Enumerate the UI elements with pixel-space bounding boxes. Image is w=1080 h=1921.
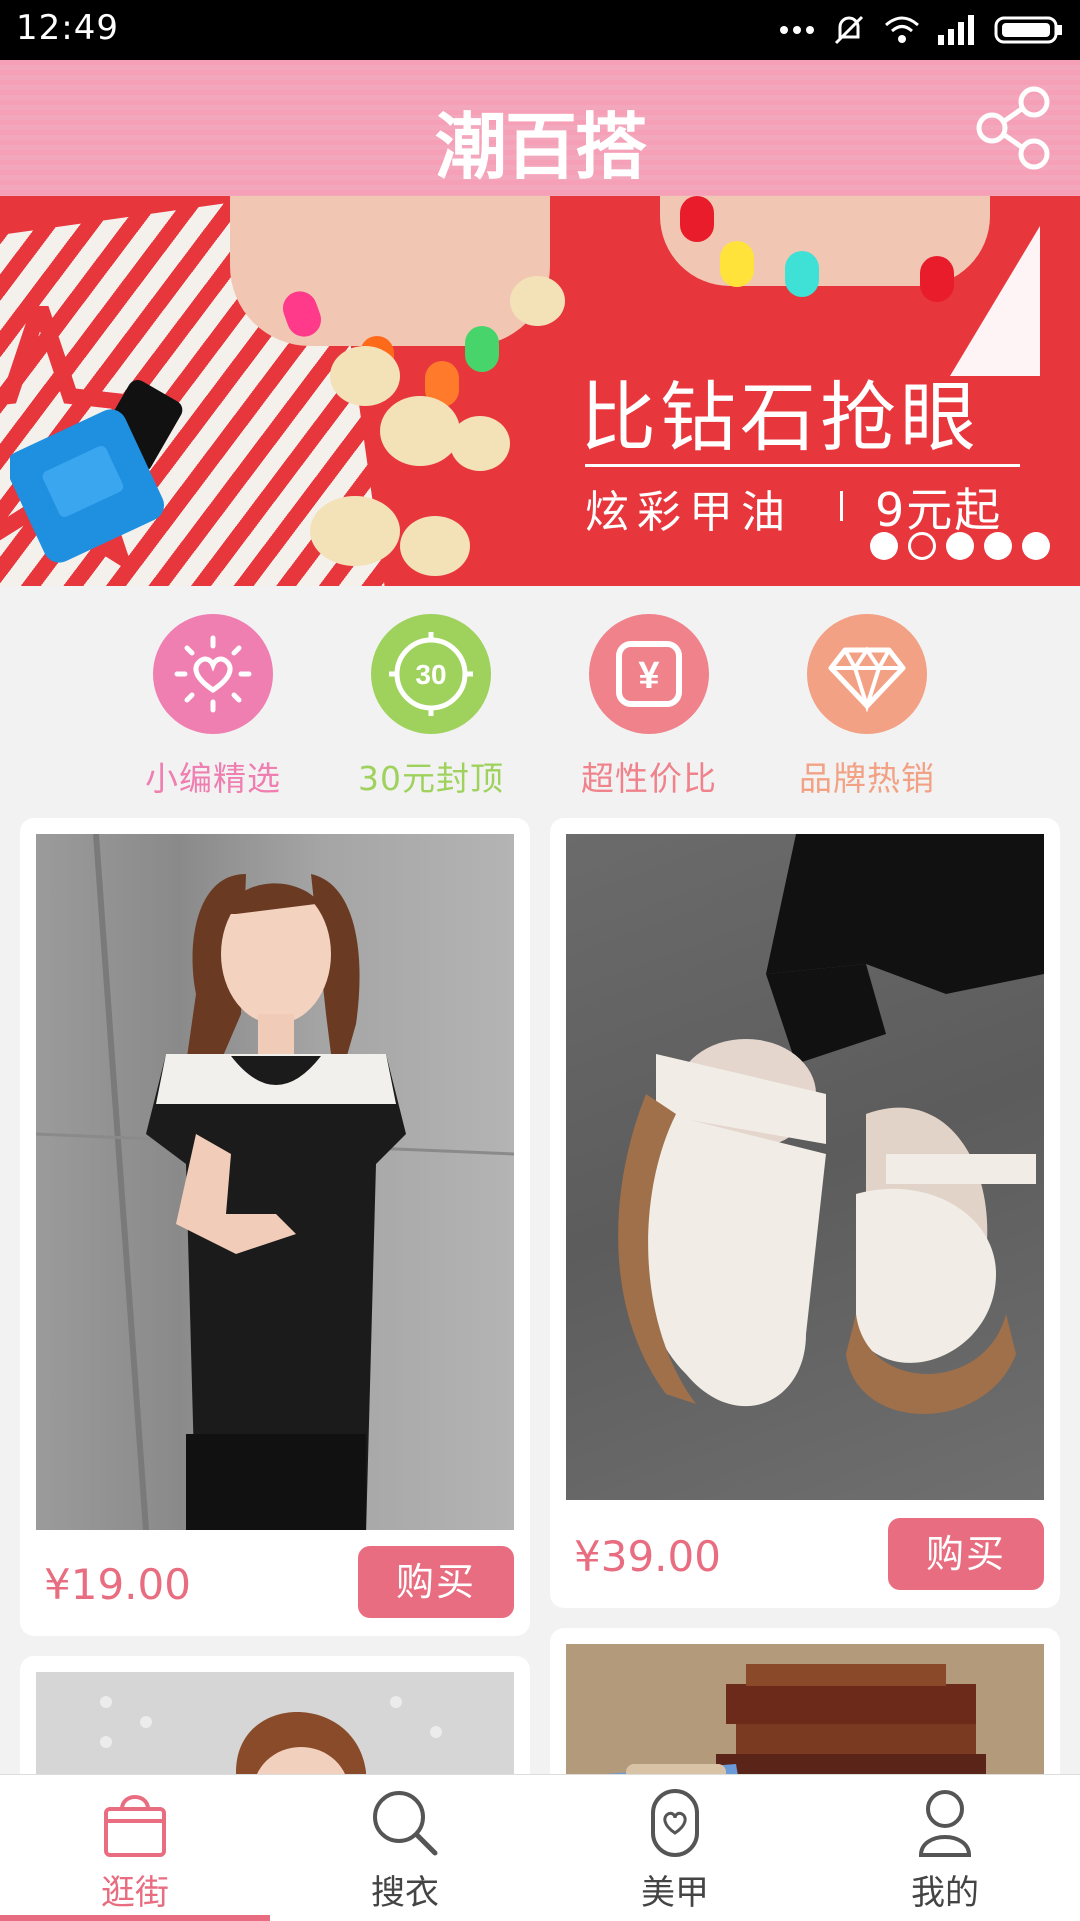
banner-triangle xyxy=(950,226,1040,376)
product-card[interactable]: ¥19.00 购买 xyxy=(20,818,530,1636)
app-header: 潮百搭 xyxy=(0,60,1080,196)
popcorn xyxy=(450,416,510,471)
buy-button[interactable]: 购买 xyxy=(888,1518,1044,1590)
tab-shopping[interactable]: 逛街 xyxy=(0,1775,270,1921)
white-sandals-illustration xyxy=(618,834,1044,1414)
woman-black-dress-illustration xyxy=(36,834,514,1530)
promo-banner[interactable]: 比钻石抢眼 炫彩甲油 9元起 xyxy=(0,196,1080,586)
pager-dot[interactable] xyxy=(870,532,898,560)
signal-icon xyxy=(938,15,974,45)
search-icon xyxy=(373,1791,438,1856)
category-row: 小编精选 30 30元封顶 ¥ 超性价比 品牌热销 xyxy=(0,586,1080,806)
product-price: ¥19.00 xyxy=(44,1560,191,1609)
category-icon-circle xyxy=(807,614,927,734)
share-icon[interactable] xyxy=(972,86,1056,170)
category-brand-hot[interactable]: 品牌热销 xyxy=(767,614,967,800)
category-icon-circle: ¥ xyxy=(589,614,709,734)
tab-search-clothes[interactable]: 搜衣 xyxy=(270,1775,540,1921)
tab-label: 搜衣 xyxy=(371,1873,439,1913)
banner-separator xyxy=(840,491,843,521)
category-value[interactable]: ¥ 超性价比 xyxy=(549,614,749,800)
heart-sun-icon xyxy=(174,635,252,713)
banner-headline: 比钻石抢眼 xyxy=(580,373,980,462)
pager-dot[interactable] xyxy=(984,532,1012,560)
status-bar: 12:49 xyxy=(0,0,1080,60)
category-label: 超性价比 xyxy=(581,759,717,798)
more-dots-icon xyxy=(780,26,814,34)
nail-teal xyxy=(785,251,819,297)
category-label: 品牌热销 xyxy=(799,759,935,798)
tab-label: 美甲 xyxy=(641,1873,709,1913)
shopping-bag-icon xyxy=(104,1795,166,1857)
diamond-icon xyxy=(828,646,906,713)
product-image[interactable] xyxy=(36,834,514,1530)
category-label: 30元封顶 xyxy=(358,759,504,798)
banner-pager xyxy=(870,532,1050,560)
category-icon-circle xyxy=(153,614,273,734)
pager-dot[interactable] xyxy=(1022,532,1050,560)
popcorn xyxy=(380,396,460,466)
popcorn xyxy=(400,516,470,576)
hand-left xyxy=(230,196,550,346)
battery-icon xyxy=(994,16,1062,44)
nail-polish-bottle xyxy=(10,380,183,563)
banner-price: 9元起 xyxy=(875,483,1003,537)
product-image[interactable] xyxy=(566,834,1044,1500)
app-title: 潮百搭 xyxy=(434,105,647,189)
status-icons xyxy=(780,10,1064,50)
banner-subtitle: 炫彩甲油 xyxy=(585,487,793,538)
nail-yellow xyxy=(720,241,754,287)
badge-text: ¥ xyxy=(638,655,659,697)
mute-bell-icon xyxy=(834,15,864,45)
status-time: 12:49 xyxy=(16,8,119,48)
nail-red xyxy=(680,196,714,242)
nail-green xyxy=(465,326,499,372)
nail-red-2 xyxy=(920,256,954,302)
buy-button[interactable]: 购买 xyxy=(358,1546,514,1618)
popcorn xyxy=(310,496,400,566)
popcorn xyxy=(510,276,565,326)
category-icon-circle: 30 xyxy=(371,614,491,734)
category-editor-picks[interactable]: 小编精选 xyxy=(113,614,313,800)
badge-text: 30 xyxy=(415,659,446,690)
tab-label: 我的 xyxy=(911,1873,979,1913)
tab-label: 逛街 xyxy=(101,1873,169,1913)
wifi-icon xyxy=(885,16,919,43)
user-icon xyxy=(918,1790,972,1857)
bottom-tab-bar: 逛街 搜衣 美甲 我的 xyxy=(0,1774,1080,1921)
active-tab-indicator xyxy=(0,1915,270,1921)
yen-icon: ¥ xyxy=(616,641,682,707)
product-price: ¥39.00 xyxy=(574,1532,721,1581)
nail-icon xyxy=(651,1789,699,1857)
thirty-badge-icon: 30 xyxy=(389,632,473,716)
category-under-30[interactable]: 30 30元封顶 xyxy=(331,614,531,800)
banner-divider xyxy=(585,464,1020,467)
popcorn xyxy=(330,346,400,406)
pager-dot[interactable] xyxy=(946,532,974,560)
category-label: 小编精选 xyxy=(145,759,281,798)
product-card[interactable]: ¥39.00 购买 xyxy=(550,818,1060,1608)
tab-nails[interactable]: 美甲 xyxy=(540,1775,810,1921)
pager-dot[interactable] xyxy=(908,532,936,560)
tab-profile[interactable]: 我的 xyxy=(810,1775,1080,1921)
